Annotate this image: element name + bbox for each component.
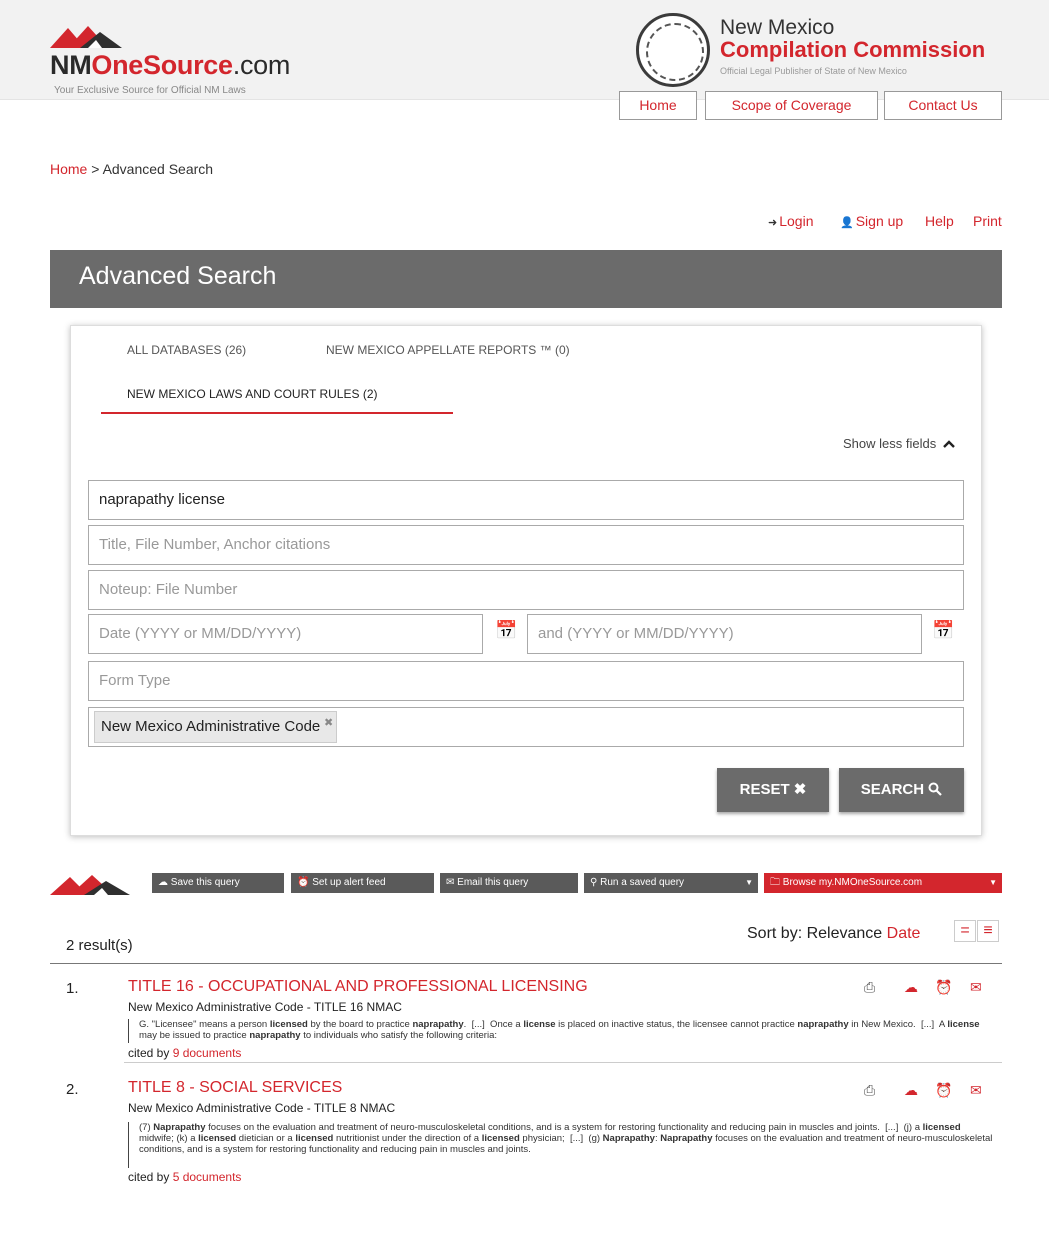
pdf-icon[interactable]: ⎙	[864, 1082, 875, 1099]
search-icon: ⚲	[590, 877, 598, 888]
breadcrumb: Home > Advanced Search	[50, 161, 213, 177]
date-to-input[interactable]: and (YYYY or MM/DD/YYYY)	[527, 614, 922, 654]
show-less-label: Show less fields	[843, 436, 937, 451]
calendar-icon[interactable]: 📅	[932, 620, 954, 641]
filter-chip-label: New Mexico Administrative Code	[101, 718, 321, 735]
alert-feed-label: Set up alert feed	[312, 877, 386, 888]
browse-my-nmonesource-dropdown[interactable]: 🗀 Browse my.NMOneSource.com ▼	[764, 873, 1002, 893]
signup-link[interactable]: 👤 Sign up	[840, 213, 903, 229]
breadcrumb-current: Advanced Search	[102, 161, 214, 177]
title-input[interactable]: Title, File Number, Anchor citations	[88, 525, 964, 565]
login-icon: ➜	[768, 217, 778, 229]
search-icon	[928, 782, 943, 796]
noteup-input[interactable]: Noteup: File Number	[88, 570, 964, 610]
sort-label: Sort by:	[747, 925, 803, 942]
cloud-save-icon[interactable]: ☁	[904, 1082, 918, 1099]
chevron-down-icon: ▼	[989, 878, 997, 887]
result-number: 2.	[66, 1081, 79, 1098]
add-user-icon: 👤	[840, 217, 854, 229]
folder-icon: 🗀	[770, 877, 780, 888]
nav-home-button[interactable]: Home	[619, 91, 697, 120]
result-source: New Mexico Administrative Code - TITLE 8…	[128, 1101, 396, 1115]
alarm-clock-icon[interactable]: ⏰	[935, 979, 952, 996]
filter-chip[interactable]: New Mexico Administrative Code ✖	[94, 708, 338, 743]
tab-all-databases[interactable]: ALL DATABASES (26)	[127, 343, 246, 357]
login-link[interactable]: ➜ Login	[768, 213, 813, 229]
calendar-icon[interactable]: 📅	[495, 620, 517, 641]
mountain-logo-icon	[50, 875, 130, 895]
logo-text-com: .com	[232, 50, 291, 80]
run-saved-query-label: Run a saved query	[600, 877, 685, 888]
breadcrumb-separator: >	[91, 161, 100, 177]
form-type-input[interactable]: Form Type	[88, 661, 964, 701]
chevron-up-icon	[942, 440, 955, 448]
result-number: 1.	[66, 980, 79, 997]
expanded-view-icon[interactable]: ≡	[977, 920, 999, 942]
email-query-label: Email this query	[457, 877, 529, 888]
nmonesource-logo[interactable]: NMOneSource.com	[50, 50, 290, 81]
page-title: Advanced Search	[79, 262, 277, 290]
commission-subtitle: Official Legal Publisher of State of New…	[720, 66, 907, 76]
page-title-bar: Advanced Search	[50, 250, 1002, 308]
cited-by-link[interactable]: 9 documents	[173, 1046, 242, 1060]
logo-tagline: Your Exclusive Source for Official NM La…	[54, 85, 246, 96]
alert-feed-button[interactable]: ⏰ Set up alert feed	[291, 873, 434, 893]
cited-by-prefix: cited by	[128, 1046, 170, 1060]
email-query-button[interactable]: ✉ Email this query	[440, 873, 578, 893]
result-title-link[interactable]: TITLE 8 - SOCIAL SERVICES	[128, 1079, 342, 1097]
reset-button[interactable]: RESET ✖	[717, 768, 829, 812]
result-title-link[interactable]: TITLE 16 - OCCUPATIONAL AND PROFESSIONAL…	[128, 978, 588, 996]
search-label: SEARCH	[860, 781, 925, 798]
browse-label: Browse my.NMOneSource.com	[782, 877, 923, 888]
envelope-icon: ✉	[446, 877, 455, 888]
result-snippet: G. "Licensee" means a person licensed by…	[128, 1019, 996, 1043]
logo-text-onesource: OneSource	[91, 50, 233, 80]
tab-appellate-reports[interactable]: NEW MEXICO APPELLATE REPORTS ™ (0)	[326, 343, 570, 357]
search-button[interactable]: SEARCH	[839, 768, 964, 812]
envelope-icon[interactable]: ✉	[970, 1082, 982, 1099]
nmonesource-logo-mountain-icon[interactable]	[50, 24, 122, 48]
print-link[interactable]: Print	[973, 213, 1002, 229]
nav-contact-button[interactable]: Contact Us	[884, 91, 1002, 120]
pdf-icon[interactable]: ⎙	[864, 979, 875, 996]
chip-remove-icon[interactable]: ✖	[324, 708, 333, 738]
signup-label: Sign up	[855, 213, 904, 229]
breadcrumb-home-link[interactable]: Home	[50, 161, 87, 177]
sort-control: Sort by: Relevance Date	[747, 925, 920, 943]
chevron-down-icon: ▼	[745, 878, 753, 887]
sort-date-option[interactable]: Date	[887, 925, 921, 942]
cloud-save-icon[interactable]: ☁	[904, 979, 918, 996]
commission-name-line2: Compilation Commission	[720, 37, 986, 62]
login-label: Login	[779, 213, 814, 229]
cited-by-link[interactable]: 5 documents	[173, 1170, 242, 1184]
help-link[interactable]: Help	[925, 213, 954, 229]
save-query-button[interactable]: ☁ Save this query	[152, 873, 284, 893]
save-query-label: Save this query	[170, 877, 240, 888]
date-from-input[interactable]: Date (YYYY or MM/DD/YYYY)	[88, 614, 483, 654]
active-tab-indicator	[101, 412, 453, 414]
envelope-icon[interactable]: ✉	[970, 979, 982, 996]
alarm-clock-icon: ⏰	[297, 877, 310, 888]
close-icon: ✖	[793, 781, 807, 798]
result-snippet: (7) Naprapathy focuses on the evaluation…	[128, 1122, 996, 1168]
nav-scope-button[interactable]: Scope of Coverage	[705, 91, 878, 120]
cloud-save-icon: ☁	[158, 877, 168, 888]
compact-view-icon[interactable]: =	[954, 920, 976, 942]
alarm-clock-icon[interactable]: ⏰	[935, 1082, 952, 1099]
result-separator	[124, 1062, 1002, 1063]
results-divider	[50, 963, 1002, 964]
result-cited-by: cited by 5 documents	[128, 1170, 241, 1184]
query-input[interactable]: naprapathy license	[88, 480, 964, 520]
results-count: 2 result(s)	[66, 937, 133, 954]
result-cited-by: cited by 9 documents	[128, 1046, 241, 1060]
cited-by-prefix: cited by	[128, 1170, 170, 1184]
state-seal-icon	[636, 13, 710, 87]
show-less-fields-toggle[interactable]: Show less fields	[843, 436, 955, 451]
sort-relevance-option[interactable]: Relevance	[807, 925, 883, 942]
reset-label: RESET	[739, 781, 790, 798]
run-saved-query-dropdown[interactable]: ⚲ Run a saved query ▼	[584, 873, 758, 893]
result-source: New Mexico Administrative Code - TITLE 1…	[128, 1000, 402, 1014]
tab-laws-court-rules[interactable]: NEW MEXICO LAWS AND COURT RULES (2)	[127, 387, 377, 401]
logo-text-nm: NM	[50, 50, 92, 80]
